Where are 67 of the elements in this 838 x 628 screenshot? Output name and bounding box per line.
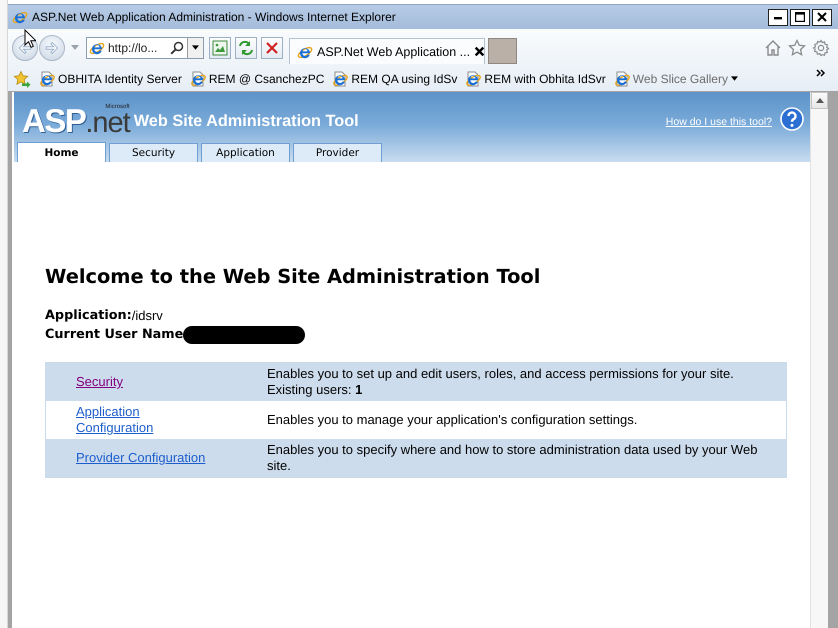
feature-description: Enables you to manage your application's configuration settings. <box>267 412 638 428</box>
site-title: Web Site Administration Tool <box>134 112 359 131</box>
info-label: Application: <box>45 308 132 323</box>
star-icon[interactable] <box>788 38 806 56</box>
favorite-label: Web Slice Gallery <box>632 72 728 86</box>
search-icon[interactable] <box>170 40 184 54</box>
page-icon <box>39 70 55 86</box>
favorite-label: OBHITA Identity Server <box>58 72 182 86</box>
nav-tab[interactable]: Security <box>109 143 198 162</box>
feature-description: Enables you to set up and edit users, roles, and access permissions for your site. Existing users: 1 <box>267 366 735 398</box>
maximize-icon <box>795 12 805 22</box>
nav-tab[interactable]: Application <box>201 143 290 162</box>
settings-icon[interactable] <box>812 38 830 56</box>
address-text: http://lo... <box>108 40 158 54</box>
refresh-icon <box>238 40 254 56</box>
info-value: /idsrv <box>132 308 163 323</box>
favorite-label: REM with Obhita IdSvr <box>484 72 606 86</box>
tab-title: ASP.Net Web Application ... <box>317 44 470 58</box>
close-tab-icon[interactable] <box>474 46 486 57</box>
info-label: Current User Name <box>45 327 184 342</box>
back-arrow-icon <box>18 40 32 54</box>
feature-link[interactable]: Application Configuration <box>76 404 212 436</box>
vertical-scrollbar[interactable] <box>810 92 828 628</box>
mouse-cursor-icon <box>24 29 36 48</box>
caret-icon <box>730 76 738 81</box>
favorite-link[interactable]: OBHITA Identity Server <box>39 70 182 86</box>
scroll-up-button[interactable] <box>811 92 828 109</box>
caret-icon <box>192 45 199 50</box>
close-button[interactable] <box>812 8 832 26</box>
favorite-label: REM QA using IdSv <box>351 72 458 86</box>
feature-link[interactable]: Provider Configuration <box>76 450 206 466</box>
favorite-label: REM @ CsanchezPC <box>208 72 324 86</box>
home-icon[interactable] <box>764 38 782 56</box>
up-arrow-icon <box>816 98 824 103</box>
refresh-button[interactable] <box>235 36 257 58</box>
picture-icon <box>212 40 228 56</box>
browser-tab[interactable]: ASP.Net Web Application ... <box>289 38 485 64</box>
page-icon <box>190 70 206 86</box>
page-icon <box>332 70 348 86</box>
help-icon[interactable] <box>780 106 804 130</box>
browser-icon <box>12 9 28 25</box>
favorite-link[interactable]: REM QA using IdSv <box>332 70 458 86</box>
stop-button[interactable] <box>261 36 283 58</box>
feature-link[interactable]: Security <box>76 374 123 390</box>
logo-wordmark: ASP <box>22 106 86 136</box>
gallery-link[interactable]: Web Slice Gallery <box>614 70 738 86</box>
close-icon <box>817 12 827 22</box>
favorite-link[interactable]: REM @ CsanchezPC <box>190 70 324 86</box>
address-dropdown-button[interactable] <box>187 38 203 58</box>
minimize-button[interactable] <box>768 8 788 26</box>
page-icon <box>614 70 630 86</box>
nav-tab[interactable]: Provider <box>293 143 382 162</box>
add-favorite-icon[interactable] <box>13 70 31 88</box>
nav-tab[interactable]: Home <box>17 142 106 162</box>
minimize-icon <box>774 17 782 20</box>
window-title: ASP.Net Web Application Administration - Windows Internet Explorer <box>32 10 397 24</box>
address-field[interactable]: http://lo... <box>86 36 204 58</box>
more-chevron-icon[interactable] <box>816 69 826 77</box>
maximize-button[interactable] <box>790 8 810 26</box>
forward-arrow-icon <box>45 40 59 54</box>
page-icon <box>465 70 482 86</box>
stop-icon <box>264 40 280 56</box>
feature-description: Enables you to specify where and how to store administration data used by your Web site. <box>267 442 758 474</box>
compatibility-view-button[interactable] <box>209 36 231 58</box>
page-heading: Welcome to the Web Site Administration Tool <box>45 265 542 289</box>
logo-suffix-text: .net <box>85 110 130 136</box>
favorite-link[interactable]: REM with Obhita IdSvr <box>465 70 606 86</box>
